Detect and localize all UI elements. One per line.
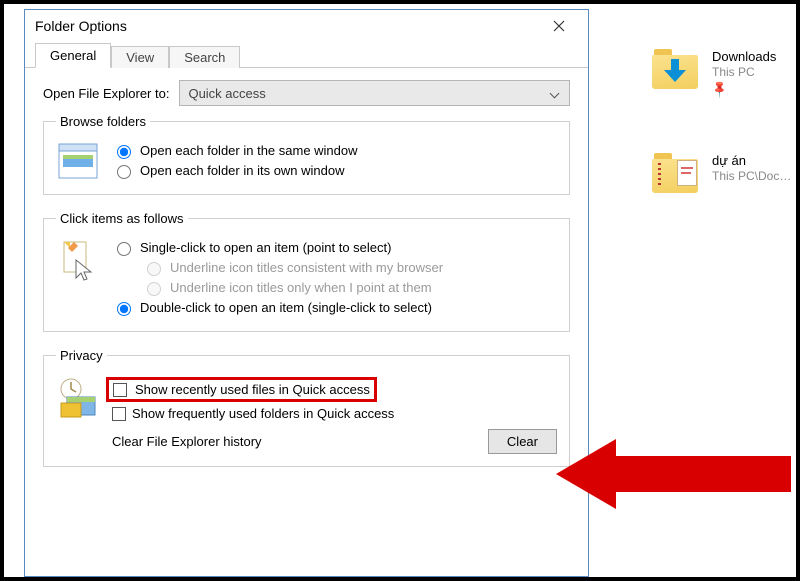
radio-input[interactable] xyxy=(117,302,131,316)
radio-input xyxy=(147,282,161,296)
checkbox-icon[interactable] xyxy=(112,407,126,421)
privacy-legend: Privacy xyxy=(56,348,107,363)
radio-input xyxy=(147,262,161,276)
privacy-group: Privacy Show recently used xyxy=(43,348,570,467)
explorer-background: Downloads This PC 📌 dự án This PC\Doc… xyxy=(652,49,791,217)
radio-input[interactable] xyxy=(117,145,131,159)
clear-history-label: Clear File Explorer history xyxy=(112,434,488,449)
radio-underline-always: Underline icon titles consistent with my… xyxy=(142,259,557,276)
radio-input[interactable] xyxy=(117,242,131,256)
pin-icon: 📌 xyxy=(709,79,729,99)
open-to-label: Open File Explorer to: xyxy=(43,86,169,101)
tab-search[interactable]: Search xyxy=(169,46,240,68)
combo-value: Quick access xyxy=(188,86,265,101)
item-name: Downloads xyxy=(712,49,776,64)
dialog-title: Folder Options xyxy=(35,18,127,34)
annotation-arrow-icon xyxy=(556,434,791,514)
window-icon xyxy=(56,143,100,179)
click-legend: Click items as follows xyxy=(56,211,188,226)
item-name: dự án xyxy=(712,153,791,168)
clear-button[interactable]: Clear xyxy=(488,429,557,454)
tab-general[interactable]: General xyxy=(35,43,111,68)
radio-own-window[interactable]: Open each folder in its own window xyxy=(112,162,557,179)
radio-double-click[interactable]: Double-click to open an item (single-cli… xyxy=(112,299,557,316)
browse-folders-group: Browse folders Open each folder in the s… xyxy=(43,114,570,195)
item-subtitle: This PC\Doc… xyxy=(712,169,791,183)
pinned-item-downloads[interactable]: Downloads This PC 📌 xyxy=(652,49,791,113)
tabs: General View Search xyxy=(25,42,588,68)
checkbox-icon[interactable] xyxy=(113,383,127,397)
titlebar: Folder Options xyxy=(25,10,588,42)
item-subtitle: This PC xyxy=(712,65,776,79)
general-panel: Open File Explorer to: Quick access Brow… xyxy=(25,68,588,467)
browse-legend: Browse folders xyxy=(56,114,150,129)
folder-documents-icon xyxy=(652,153,700,195)
chevron-down-icon xyxy=(551,88,561,98)
radio-same-window[interactable]: Open each folder in the same window xyxy=(112,142,557,159)
pinned-item-project[interactable]: dự án This PC\Doc… xyxy=(652,153,791,217)
pointer-icon xyxy=(56,240,100,284)
privacy-icon xyxy=(56,377,100,419)
folder-download-icon xyxy=(652,49,700,91)
radio-underline-hover: Underline icon titles only when I point … xyxy=(142,279,557,296)
click-items-group: Click items as follows Single-click to o… xyxy=(43,211,570,332)
tab-view[interactable]: View xyxy=(111,46,169,68)
folder-options-dialog: Folder Options General View Search Open … xyxy=(24,9,589,577)
open-to-combobox[interactable]: Quick access xyxy=(179,80,570,106)
annotation-highlight: Show recently used files in Quick access xyxy=(106,377,377,402)
close-icon xyxy=(553,20,565,32)
close-button[interactable] xyxy=(538,12,580,40)
checkbox-frequent-folders[interactable]: Show frequently used folders in Quick ac… xyxy=(112,406,557,421)
checkbox-recent-files[interactable]: Show recently used files in Quick access xyxy=(112,377,557,402)
radio-input[interactable] xyxy=(117,165,131,179)
radio-single-click[interactable]: Single-click to open an item (point to s… xyxy=(112,239,557,256)
